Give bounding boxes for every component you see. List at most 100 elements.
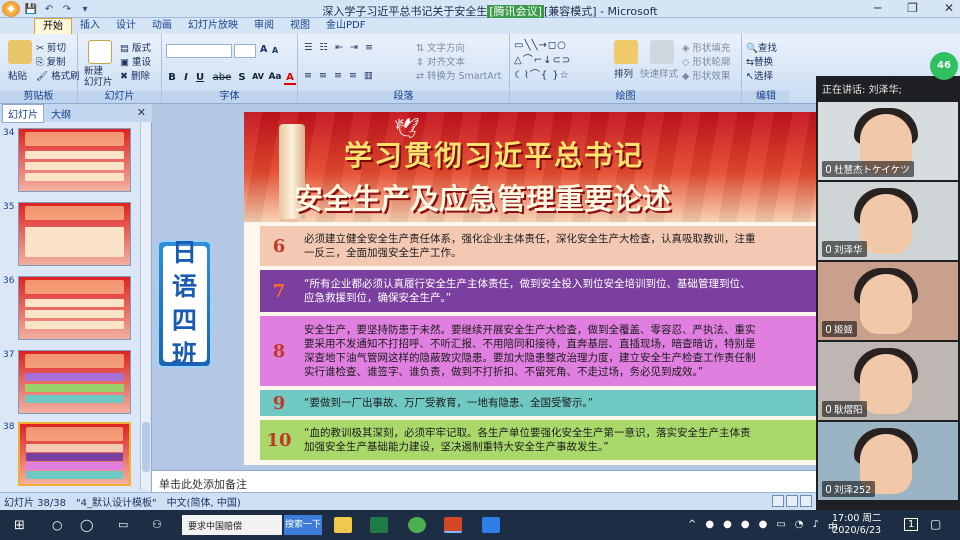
- reset-button[interactable]: ▣ 重设: [120, 54, 151, 68]
- list-buttons-icon[interactable]: ☰ ☷ ⇤ ⇥ ≡: [304, 42, 375, 53]
- align-text-button[interactable]: ⇕ 对齐文本: [416, 54, 465, 68]
- cut-button[interactable]: ✂ 剪切: [36, 40, 66, 54]
- tab-design[interactable]: 设计: [108, 18, 144, 34]
- grow-font-button[interactable]: A: [260, 44, 267, 55]
- align-buttons-icon[interactable]: ≡ ≡ ≡ ≡ ▥: [304, 70, 375, 81]
- italic-button[interactable]: I: [180, 72, 192, 83]
- wechat-icon[interactable]: [408, 517, 426, 533]
- theme-name[interactable]: "4_默认设计模板": [76, 494, 157, 509]
- tab-review[interactable]: 审阅: [246, 18, 282, 34]
- battery-icon[interactable]: ▭: [776, 519, 785, 534]
- shape-outline-button[interactable]: ◇ 形状轮廓: [682, 54, 730, 68]
- change-case-button[interactable]: Aa: [268, 72, 282, 82]
- tencent-meeting-icon[interactable]: [482, 517, 500, 533]
- participant-tile[interactable]: 姬姬: [818, 262, 958, 340]
- replace-button[interactable]: ⇆替换: [746, 54, 773, 68]
- network-icon[interactable]: ◔: [795, 519, 804, 534]
- slides-pane-scrollbar[interactable]: [140, 122, 150, 490]
- cortana-icon[interactable]: ◯: [80, 518, 93, 532]
- tray-app-icon[interactable]: ●: [705, 519, 714, 534]
- select-button[interactable]: ↖选择: [746, 68, 773, 82]
- bold-button[interactable]: B: [166, 72, 178, 83]
- paste-icon[interactable]: [8, 40, 32, 64]
- arrange-button[interactable]: 排列: [614, 66, 633, 80]
- tab-insert[interactable]: 插入: [72, 18, 108, 34]
- undo-icon[interactable]: ↶: [42, 2, 56, 16]
- shapes-gallery-icon[interactable]: ▭╲╲→◻○ △⌒⌐↓⊂⊃ ☾⌇⌒{ }☆: [514, 40, 571, 81]
- slide-thumbnail-34[interactable]: [18, 128, 131, 192]
- strikethrough-button[interactable]: abe: [210, 72, 234, 83]
- quick-styles-icon[interactable]: [650, 40, 674, 64]
- action-center-icon[interactable]: ▢: [930, 517, 941, 531]
- notes-pane[interactable]: 单击此处添加备注: [152, 470, 816, 492]
- volume-icon[interactable]: ♪: [813, 519, 819, 534]
- customize-qat-icon[interactable]: ▾: [78, 2, 92, 16]
- close-pane-icon[interactable]: ✕: [137, 106, 146, 119]
- format-painter-button[interactable]: 🖌 格式刷: [36, 68, 80, 82]
- minimize-button[interactable]: ─: [874, 1, 881, 15]
- shape-fill-button[interactable]: ◈ 形状填充: [682, 40, 730, 54]
- paste-button[interactable]: 粘贴: [8, 68, 27, 82]
- text-direction-button[interactable]: ⇅ 文字方向: [416, 40, 465, 54]
- tray-app-icon[interactable]: ●: [741, 519, 750, 534]
- underline-button[interactable]: U: [194, 72, 206, 83]
- font-size-select[interactable]: [234, 44, 256, 58]
- new-slide-icon[interactable]: [88, 40, 112, 64]
- quick-styles-button[interactable]: 快速样式: [640, 66, 678, 80]
- copy-button[interactable]: ⎘ 复制: [36, 54, 66, 68]
- tab-view[interactable]: 视图: [282, 18, 318, 34]
- sorter-view-icon[interactable]: [786, 495, 798, 507]
- tray-app-icon[interactable]: ●: [723, 519, 732, 534]
- arrange-icon[interactable]: [614, 40, 638, 64]
- layout-button[interactable]: ▤ 版式: [120, 40, 151, 54]
- tab-animation[interactable]: 动画: [144, 18, 180, 34]
- taskbar-clock[interactable]: 17:00 周二 2020/6/23: [832, 513, 881, 537]
- redo-icon[interactable]: ↷: [60, 2, 74, 16]
- shape-effects-button[interactable]: ◆ 形状效果: [682, 68, 730, 82]
- tray-app-icon[interactable]: ●: [759, 519, 768, 534]
- search-icon[interactable]: ○: [52, 518, 62, 532]
- smartart-button[interactable]: ⇄ 转换为 SmartArt: [416, 68, 501, 82]
- tab-outline[interactable]: 大纲: [46, 105, 76, 122]
- excel-icon[interactable]: [370, 517, 388, 533]
- notifications-icon[interactable]: 1: [904, 518, 919, 531]
- powerpoint-icon[interactable]: [444, 517, 462, 533]
- slideshow-view-icon[interactable]: [800, 495, 812, 507]
- tab-kingsoft-pdf[interactable]: 金山PDF: [318, 18, 373, 34]
- participant-tile[interactable]: 刘泽华: [818, 182, 958, 260]
- normal-view-icon[interactable]: [772, 495, 784, 507]
- taskbar-search-button[interactable]: 搜索一下: [284, 515, 322, 535]
- find-button[interactable]: 🔍查找: [746, 40, 777, 54]
- shadow-button[interactable]: S: [236, 72, 248, 83]
- char-spacing-button[interactable]: AV: [250, 72, 266, 81]
- office-button[interactable]: ◆: [2, 1, 20, 17]
- tab-home[interactable]: 开始: [34, 18, 72, 34]
- slide-thumbnail-38[interactable]: [18, 422, 131, 486]
- restore-button[interactable]: ❐: [907, 1, 918, 15]
- participant-tile[interactable]: 耿熠阳: [818, 342, 958, 420]
- windows-start-icon[interactable]: ⊞: [14, 518, 25, 533]
- meeting-app-icon[interactable]: ⚇: [152, 518, 162, 531]
- tab-slides[interactable]: 幻灯片: [2, 103, 44, 123]
- file-explorer-icon[interactable]: [334, 517, 352, 533]
- shrink-font-button[interactable]: A: [272, 46, 278, 55]
- slide-thumbnail-35[interactable]: [18, 202, 131, 266]
- participant-tile[interactable]: 刘泽252: [818, 422, 958, 500]
- tray-chevron-icon[interactable]: ^: [688, 519, 696, 534]
- scrollbar-thumb[interactable]: [142, 422, 150, 472]
- tab-slideshow[interactable]: 幻灯片放映: [180, 18, 246, 34]
- delete-slide-button[interactable]: ✖ 删除: [120, 68, 150, 82]
- new-slide-button[interactable]: 新建 幻灯片: [84, 66, 113, 88]
- current-slide[interactable]: 🕊 学习贯彻习近平总书记 安全生产及应急管理重要论述 6 必须建立健全安全生产责…: [244, 112, 816, 465]
- font-color-button[interactable]: A: [284, 72, 296, 85]
- font-name-select[interactable]: [166, 44, 232, 58]
- slide-thumbnail-37[interactable]: [18, 350, 131, 414]
- close-button[interactable]: ✕: [944, 1, 954, 15]
- task-view-icon[interactable]: ▭: [118, 518, 128, 531]
- language-indicator[interactable]: 中文(简体, 中国): [167, 494, 241, 509]
- slide-thumbnail-36[interactable]: [18, 276, 131, 340]
- taskbar-search-input[interactable]: 要求中国赔偿: [182, 515, 282, 535]
- meeting-badge[interactable]: 46: [930, 52, 958, 80]
- participant-tile[interactable]: 杜慧杰トケイケツ: [818, 102, 958, 180]
- save-icon[interactable]: 💾: [24, 2, 38, 16]
